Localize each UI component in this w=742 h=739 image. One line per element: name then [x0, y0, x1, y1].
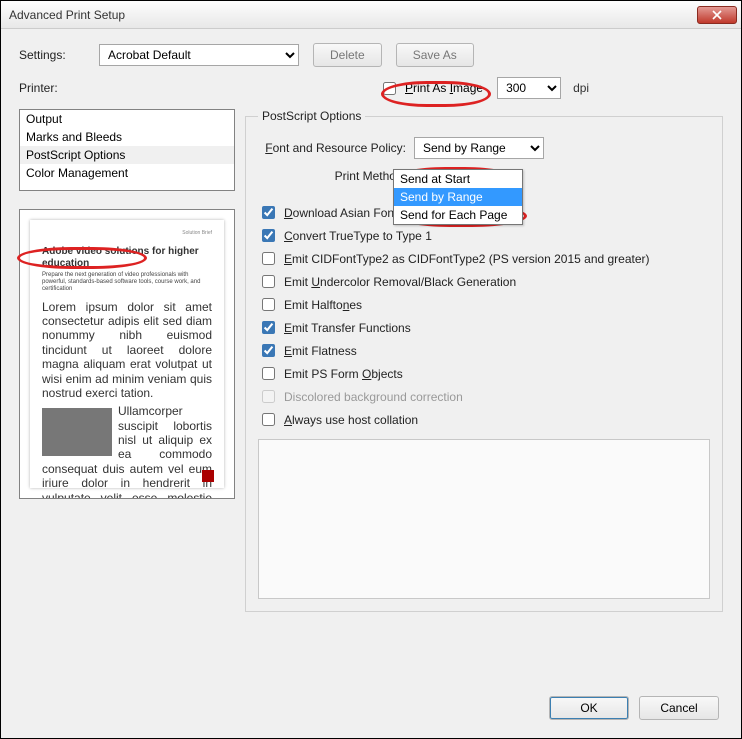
category-postscript-options[interactable]: PostScript Options — [20, 146, 234, 164]
settings-select[interactable]: Acrobat Default — [99, 44, 299, 66]
dialog-content: Settings: Acrobat Default Delete Save As… — [1, 29, 741, 626]
check-emit-undercolor: Emit Undercolor Removal/Black Generation — [258, 272, 710, 291]
checkbox-emit-transfer[interactable] — [262, 321, 275, 334]
font-policy-option-each-page[interactable]: Send for Each Page — [394, 206, 522, 224]
checkbox-emit-ps-form[interactable] — [262, 367, 275, 380]
category-list[interactable]: Output Marks and Bleeds PostScript Optio… — [19, 109, 235, 191]
settings-row: Settings: Acrobat Default Delete Save As — [19, 43, 723, 67]
dpi-unit-label: dpi — [573, 81, 589, 95]
printer-row: Printer: Print As Image 300 dpi — [19, 77, 723, 99]
font-policy-label: Font and Resource Policy: — [258, 141, 406, 155]
ok-button[interactable]: OK — [549, 696, 629, 720]
font-policy-select[interactable]: Send by Range — [414, 137, 544, 159]
check-emit-cidfonttype2: Emit CIDFontType2 as CIDFontType2 (PS ve… — [258, 249, 710, 268]
category-marks-bleeds[interactable]: Marks and Bleeds — [20, 128, 234, 146]
cancel-button[interactable]: Cancel — [639, 696, 719, 720]
print-as-image-group: Print As Image 300 dpi — [379, 77, 589, 99]
page-preview: Solution Brief Adobe video solutions for… — [19, 209, 235, 499]
checkbox-emit-flatness[interactable] — [262, 344, 275, 357]
delete-button[interactable]: Delete — [313, 43, 382, 67]
preview-heading: Adobe video solutions for higher educati… — [42, 246, 212, 270]
checkbox-host-collation[interactable] — [262, 413, 275, 426]
postscript-options-legend: PostScript Options — [258, 109, 365, 123]
font-policy-row: Font and Resource Policy: Send by Range — [258, 137, 710, 159]
checkbox-emit-cidfonttype2[interactable] — [262, 252, 275, 265]
print-method-label: Print Method: — [258, 169, 406, 183]
check-emit-ps-form: Emit PS Form Objects — [258, 364, 710, 383]
font-policy-option-start[interactable]: Send at Start — [394, 170, 522, 188]
save-as-button[interactable]: Save As — [396, 43, 474, 67]
checkbox-emit-undercolor[interactable] — [262, 275, 275, 288]
preview-subheading: Prepare the next generation of video pro… — [42, 272, 212, 294]
advanced-print-setup-dialog: Advanced Print Setup Settings: Acrobat D… — [0, 0, 742, 739]
dpi-select[interactable]: 300 — [497, 77, 561, 99]
print-as-image-label: Print As Image — [405, 81, 483, 95]
settings-label: Settings: — [19, 48, 99, 62]
font-policy-dropdown-list[interactable]: Send at Start Send by Range Send for Eac… — [393, 169, 523, 225]
check-discolored-bg: Discolored background correction — [258, 387, 710, 406]
titlebar: Advanced Print Setup — [1, 1, 741, 29]
close-button[interactable] — [697, 6, 737, 24]
dialog-footer: OK Cancel — [549, 696, 719, 720]
category-color-management[interactable]: Color Management — [20, 164, 234, 182]
description-box — [258, 439, 710, 599]
checkbox-download-asian-fonts[interactable] — [262, 206, 275, 219]
check-emit-flatness: Emit Flatness — [258, 341, 710, 360]
check-emit-halftones: Emit Halftones — [258, 295, 710, 314]
check-emit-transfer: Emit Transfer Functions — [258, 318, 710, 337]
close-icon — [712, 10, 722, 20]
checkbox-discolored-bg — [262, 390, 275, 403]
checkbox-convert-truetype[interactable] — [262, 229, 275, 242]
window-title: Advanced Print Setup — [5, 8, 697, 22]
print-as-image-checkbox[interactable] — [383, 82, 396, 95]
checkbox-emit-halftones[interactable] — [262, 298, 275, 311]
font-policy-option-range[interactable]: Send by Range — [394, 188, 522, 206]
check-host-collation: Always use host collation — [258, 410, 710, 429]
category-output[interactable]: Output — [20, 110, 234, 128]
printer-label: Printer: — [19, 81, 99, 95]
check-convert-truetype: Convert TrueType to Type 1 — [258, 226, 710, 245]
preview-image — [42, 408, 112, 456]
adobe-logo-icon — [202, 470, 214, 482]
preview-page: Solution Brief Adobe video solutions for… — [30, 220, 224, 488]
